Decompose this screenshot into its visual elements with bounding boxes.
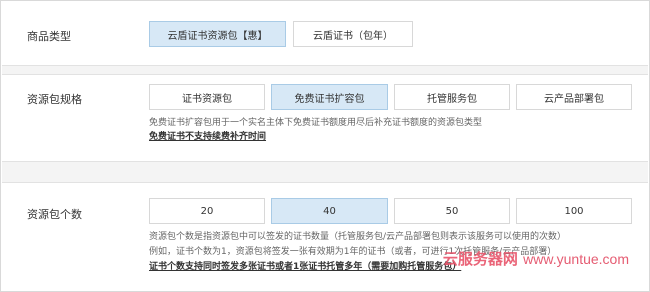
watermark-url: www.yuntue.com: [523, 251, 629, 267]
option-cert-yearly[interactable]: 云盾证书（包年）: [293, 21, 413, 47]
pack-spec-note: 免费证书不支持续费补齐时间: [149, 132, 267, 142]
option-cloud-deploy-pack[interactable]: 云产品部署包: [516, 84, 632, 110]
product-type-label: 商品类型: [27, 30, 71, 43]
option-count-100[interactable]: 100: [516, 198, 632, 224]
section-divider: [2, 65, 648, 75]
option-cert-resource-pack[interactable]: 证书资源包: [149, 84, 265, 110]
option-count-40[interactable]: 40: [271, 198, 388, 224]
watermark: 云服务器网 www.yuntue.com: [443, 248, 629, 269]
option-count-50[interactable]: 50: [394, 198, 510, 224]
pack-count-note: 证书个数支持同时签发多张证书或者1张证书托管多年（需要加购托管服务包）: [149, 262, 462, 272]
pack-spec-description: 免费证书扩容包用于一个实名主体下免费证书额度用尽后补充证书额度的资源包类型: [149, 118, 483, 128]
option-free-cert-expansion-pack[interactable]: 免费证书扩容包: [271, 84, 388, 110]
pack-count-label: 资源包个数: [27, 208, 82, 221]
option-hosting-service-pack[interactable]: 托管服务包: [394, 84, 510, 110]
pack-count-description: 资源包个数是指资源包中可以签发的证书数量（托管服务包/云产品部署包则表示该服务可…: [149, 232, 567, 242]
watermark-cn: 云服务器网: [442, 250, 518, 268]
pack-spec-label: 资源包规格: [27, 93, 82, 106]
section-divider: [2, 161, 648, 183]
config-panel: 商品类型 云盾证书资源包【惠】 云盾证书（包年） 资源包规格 证书资源包 免费证…: [0, 0, 650, 292]
option-cert-resource-pack-promo[interactable]: 云盾证书资源包【惠】: [149, 21, 286, 47]
option-count-20[interactable]: 20: [149, 198, 265, 224]
